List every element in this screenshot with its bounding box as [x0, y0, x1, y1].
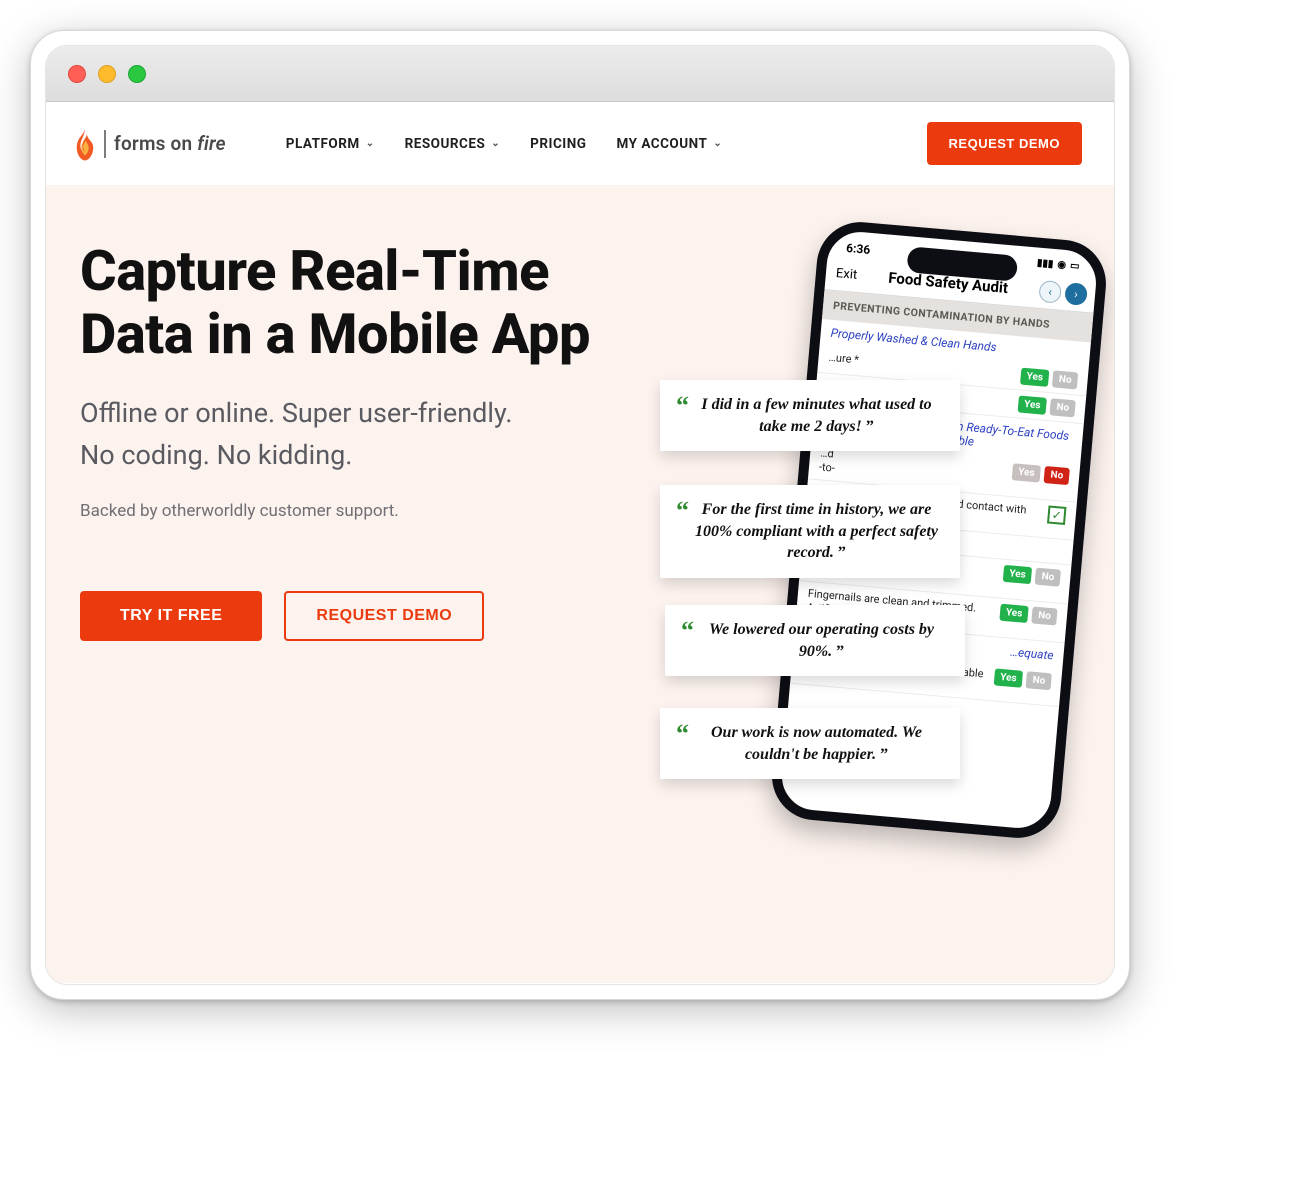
wifi-icon: ◉	[1057, 259, 1067, 274]
testimonial-text: I did in a few minutes what used to take…	[693, 394, 940, 437]
no-button[interactable]: No	[1035, 567, 1061, 586]
nav-account-label: MY ACCOUNT	[616, 136, 707, 152]
phone-next-icon[interactable]: ›	[1064, 282, 1088, 306]
testimonial-text: For the first time in history, we are 10…	[693, 499, 940, 564]
quote-icon: “	[676, 503, 689, 564]
window-maximize-icon[interactable]	[128, 65, 146, 83]
testimonial-card: “ For the first time in history, we are …	[660, 485, 960, 578]
browser-frame-inner: forms on fire PLATFORM ⌄ RESOURCES ⌄ PRI…	[45, 45, 1115, 985]
hero-subtitle: Offline or online. Super user-friendly. …	[80, 393, 640, 477]
yes-button[interactable]: Yes	[1020, 368, 1050, 387]
phone-time: 6:36	[846, 241, 871, 257]
logo-divider	[104, 130, 106, 158]
chevron-down-icon: ⌄	[713, 138, 722, 149]
request-demo-top-button[interactable]: REQUEST DEMO	[927, 122, 1082, 165]
testimonial-text: We lowered our operating costs by 90%.	[698, 619, 945, 662]
no-button[interactable]: No	[1044, 466, 1070, 485]
quote-icon: “	[676, 726, 689, 765]
chevron-down-icon: ⌄	[366, 138, 375, 149]
nav-platform[interactable]: PLATFORM ⌄	[286, 136, 375, 152]
request-demo-hero-button[interactable]: REQUEST DEMO	[284, 591, 484, 641]
battery-icon: ▭	[1069, 260, 1080, 275]
yes-button[interactable]: Yes	[999, 604, 1029, 623]
yes-button[interactable]: Yes	[994, 668, 1024, 687]
phone-exit-button[interactable]: Exit	[835, 266, 857, 283]
nav-account[interactable]: MY ACCOUNT ⌄	[616, 136, 722, 152]
yes-button[interactable]: Yes	[1017, 395, 1047, 414]
logo-text: forms on fire	[114, 132, 226, 155]
hero-section: Capture Real-Time Data in a Mobile App O…	[46, 185, 1114, 983]
testimonial-text: Our work is now automated. We couldn't b…	[693, 722, 940, 765]
yes-button[interactable]: Yes	[1003, 565, 1033, 584]
hero-title: Capture Real-Time Data in a Mobile App	[80, 240, 640, 365]
testimonial-card: “ Our work is now automated. We couldn't…	[660, 708, 960, 779]
window-close-icon[interactable]	[68, 65, 86, 83]
yes-button[interactable]: Yes	[1011, 463, 1041, 482]
nav-pricing-label: PRICING	[530, 136, 586, 152]
phone-prev-icon[interactable]: ‹	[1038, 280, 1062, 304]
testimonial-card: “ We lowered our operating costs by 90%.	[665, 605, 965, 676]
no-button[interactable]: No	[1050, 398, 1076, 417]
nav-pricing[interactable]: PRICING	[530, 136, 586, 152]
hero-cta-row: TRY IT FREE REQUEST DEMO	[80, 591, 640, 641]
browser-titlebar	[46, 46, 1114, 102]
nav-links: PLATFORM ⌄ RESOURCES ⌄ PRICING MY ACCOUN…	[286, 136, 887, 152]
hero-copy: Capture Real-Time Data in a Mobile App O…	[80, 240, 640, 928]
window-minimize-icon[interactable]	[98, 65, 116, 83]
quote-icon: “	[681, 623, 694, 662]
browser-frame-outer: forms on fire PLATFORM ⌄ RESOURCES ⌄ PRI…	[30, 30, 1130, 1000]
no-button[interactable]: No	[1026, 671, 1052, 690]
nav-platform-label: PLATFORM	[286, 136, 360, 152]
nav-resources-label: RESOURCES	[405, 136, 486, 152]
try-free-button[interactable]: TRY IT FREE	[80, 591, 262, 641]
chevron-down-icon: ⌄	[491, 138, 500, 149]
site-logo[interactable]: forms on fire	[74, 127, 226, 161]
phone-status-icons: ▮▮▮ ◉ ▭	[1036, 258, 1080, 276]
site-nav: forms on fire PLATFORM ⌄ RESOURCES ⌄ PRI…	[46, 102, 1114, 185]
hero-illustration: 6:36 ▮▮▮ ◉ ▭ Exit Food Safety Audit ‹	[640, 240, 1114, 928]
checkbox-icon[interactable]: ✓	[1047, 505, 1067, 525]
signal-icon: ▮▮▮	[1036, 258, 1054, 273]
testimonial-card: “ I did in a few minutes what used to ta…	[660, 380, 960, 451]
hero-support-text: Backed by otherworldly customer support.	[80, 501, 640, 521]
no-button[interactable]: No	[1052, 370, 1078, 389]
quote-icon: “	[676, 398, 689, 437]
nav-resources[interactable]: RESOURCES ⌄	[405, 136, 501, 152]
no-button[interactable]: No	[1032, 606, 1058, 625]
flame-icon	[74, 127, 96, 161]
